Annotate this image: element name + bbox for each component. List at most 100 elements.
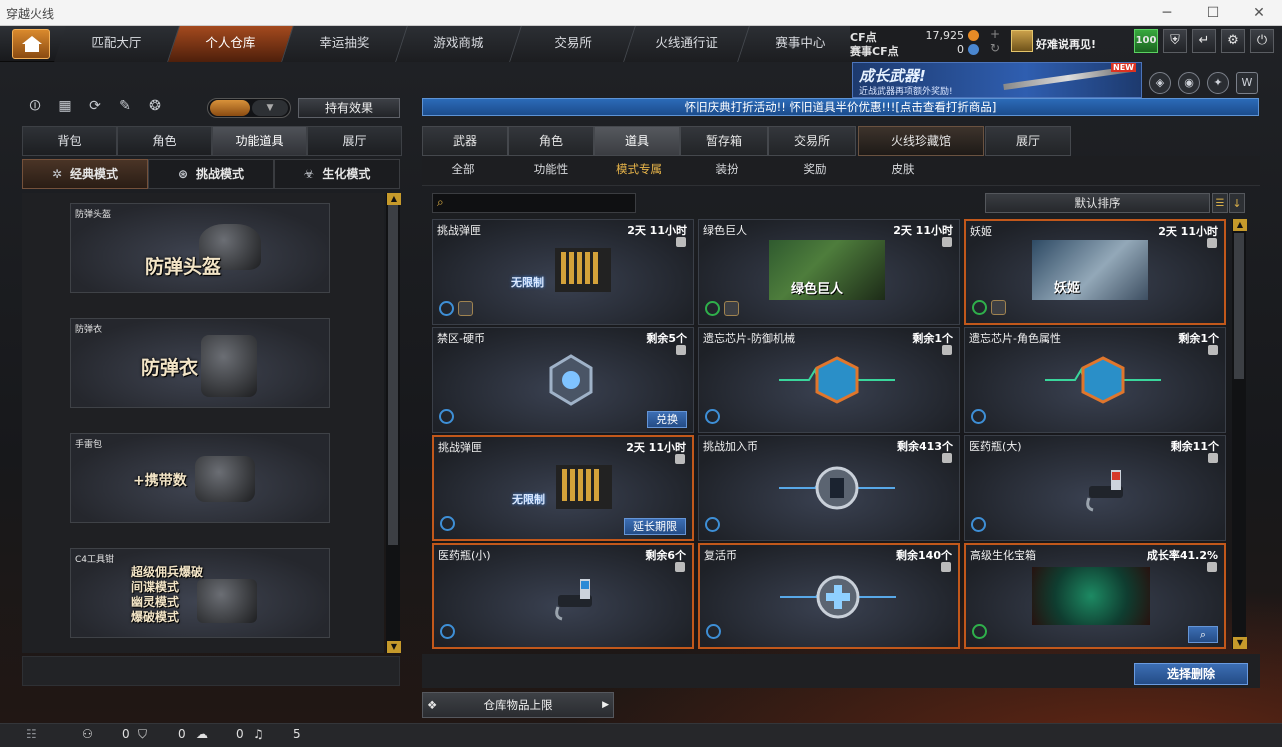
item-card[interactable]: 绿色巨人 2天 11小时 绿色巨人 [698,219,960,325]
tab-gallery[interactable]: 展厅 [985,126,1071,156]
tab-storage[interactable]: 暂存箱 [680,126,768,156]
vest-image [201,335,257,397]
item-card[interactable]: 挑战弹匣 2天 11小时 无限制 延长期限 [432,435,694,541]
view-toggle[interactable]: ▼ [207,98,291,118]
scroll-up-icon[interactable]: ▲ [387,193,401,205]
shield-icon[interactable]: ⛉ [138,727,147,742]
item-card[interactable]: 复活币 剩余140个 [698,543,960,649]
chart-icon[interactable]: ▦ [54,98,76,120]
item-card[interactable]: 遗忘芯片-角色属性 剩余1个 [964,327,1226,433]
capacity-dropdown[interactable]: ❖ 仓库物品上限 ▶ [422,692,614,718]
extend-button[interactable]: 延长期限 [624,518,686,535]
item-card[interactable]: 高级生化宝箱 成长率41.2% ⌕ [964,543,1226,649]
nav-tab-shop[interactable]: 游戏商城 [396,26,522,62]
nav-tab-battle-pass[interactable]: 火线通行证 [624,26,750,62]
item-card[interactable]: 医药瓶(大) 剩余11个 [964,435,1226,541]
left-tab-character[interactable]: 角色 [117,126,212,156]
tab-items[interactable]: 道具 [594,126,680,156]
search-input[interactable]: ⌕ [432,193,636,213]
subtab-functional[interactable]: 功能性 [511,161,591,183]
mode-challenge[interactable]: ⊛ 挑战模式 [148,159,274,189]
scroll-down-icon[interactable]: ▼ [1233,637,1247,649]
subtab-outfit[interactable]: 装扮 [687,161,767,183]
scroll-thumb[interactable] [1234,233,1244,379]
maximize-button[interactable]: ☐ [1190,0,1236,26]
volume-level: 5 [293,727,301,741]
scroll-down-icon[interactable]: ▼ [387,641,401,653]
return-icon[interactable]: ↵ [1192,29,1216,53]
scroll-thumb[interactable] [388,205,398,545]
tab-collection[interactable]: 火线珍藏馆 [858,126,984,156]
helmet-card[interactable]: 防弹头盔 防弹头盔 [70,203,330,293]
injector-image [555,579,592,621]
repair-icon[interactable]: ✎ [114,98,136,120]
power-icon[interactable]: ⏻ [1250,29,1274,53]
nav-tab-match-lobby[interactable]: 匹配大厅 [54,26,180,62]
tab-weapons[interactable]: 武器 [422,126,508,156]
window-titlebar: 穿越火线 ─ ☐ ✕ [0,0,1282,26]
sort-direction-icon[interactable]: ↓ [1229,193,1245,213]
shield-icon[interactable]: ⛨ [1163,29,1187,53]
nav-tab-lottery[interactable]: 幸运抽奖 [282,26,408,62]
select-delete-button[interactable]: 选择删除 [1134,663,1248,685]
gear-icon[interactable]: ⚙ [1221,29,1245,53]
left-tab-gallery[interactable]: 展厅 [307,126,402,156]
sale-notice[interactable]: 怀旧庆典打折活动!! 怀旧道具半价优惠!!![点击查看打折商品] [422,98,1259,116]
tab-characters[interactable]: 角色 [508,126,594,156]
c4-tool-card[interactable]: C4工具钳 超级佣兵爆破 间谍模式 幽灵模式 爆破模式 [70,548,330,638]
list-view-icon[interactable]: ☰ [1212,193,1228,213]
left-tab-bag[interactable]: 背包 [22,126,117,156]
subtab-rewards[interactable]: 奖励 [775,161,855,183]
exchange-button[interactable]: 兑换 [647,411,687,428]
list-icon[interactable]: ☷ [26,727,37,741]
character-icon[interactable] [210,100,250,116]
vest-card[interactable]: 防弹衣 防弹衣 [70,318,330,408]
friends-icon[interactable]: ⚇ [82,727,93,741]
subtab-all[interactable]: 全部 [423,161,503,183]
item-card[interactable]: 妖姬 2天 11小时 妖姬 [964,219,1226,325]
item-card[interactable]: 遗忘芯片-防御机械 剩余1个 [698,327,960,433]
bag-icon[interactable]: ❂ [144,98,166,120]
scroll-up-icon[interactable]: ▲ [1233,219,1247,231]
window-title: 穿越火线 [6,7,55,21]
left-tab-items[interactable]: 功能道具 [212,126,307,156]
chat-icon[interactable]: ☁ [196,727,208,741]
add-icon[interactable]: + [990,27,1000,41]
minimize-button[interactable]: ─ [1144,0,1190,26]
subtab-mode-exclusive[interactable]: 模式专属 [599,161,679,183]
nav-tab-events[interactable]: 赛事中心 [738,26,864,62]
home-button[interactable] [12,29,50,59]
item-card[interactable]: 医药瓶(小) 剩余6个 [432,543,694,649]
w-logo-icon[interactable]: W [1236,72,1258,94]
item-card[interactable]: 挑战加入币 剩余413个 [698,435,960,541]
item-card[interactable]: 挑战弹匣 2天 11小时 无限制 [432,219,694,325]
nav-tab-warehouse[interactable]: 个人仓库 [168,26,294,62]
right-scrollbar[interactable]: ▲ ▼ [1232,219,1247,649]
biohazard-icon: ☣ [303,167,315,181]
close-button[interactable]: ✕ [1236,0,1282,26]
badge-icon[interactable]: ▼ [252,100,288,116]
grenade-pack-card[interactable]: 手雷包 +携带数 [70,433,330,523]
tab-trade[interactable]: 交易所 [768,126,856,156]
match-cf-label: 赛事CF点 [850,45,899,58]
effects-button[interactable]: 持有效果 [298,98,400,118]
level-badge[interactable]: 100 [1134,29,1158,53]
refresh-icon[interactable]: ↻ [990,41,1000,55]
recycle-icon[interactable]: ⟳ [84,98,106,120]
subtab-skins[interactable]: 皮肤 [863,161,943,183]
token-image [779,466,895,510]
mode-zombie[interactable]: ☣ 生化模式 [274,159,400,189]
mode-classic[interactable]: ✲ 经典模式 [22,159,148,189]
item-card[interactable]: 禁区-硬币 剩余5个 兑换 [432,327,694,433]
growth-weapon-banner[interactable]: 成长武器! 近战武器再项额外奖励! NEW [852,62,1142,98]
nav-tab-exchange[interactable]: 交易所 [510,26,636,62]
sort-dropdown[interactable]: 默认排序 [985,193,1210,213]
magnify-icon[interactable]: ⌕ [1188,626,1218,643]
switch-off-icon[interactable]: ⏼ [24,98,46,120]
volume-icon[interactable]: ♫ [253,727,264,741]
left-scrollbar[interactable]: ▲ ▼ [386,193,401,653]
emblem-icon[interactable]: ◈ [1149,72,1171,94]
wolf-icon[interactable]: ✦ [1207,72,1229,94]
globe-icon[interactable]: ◉ [1178,72,1200,94]
ammo-image [555,248,611,292]
